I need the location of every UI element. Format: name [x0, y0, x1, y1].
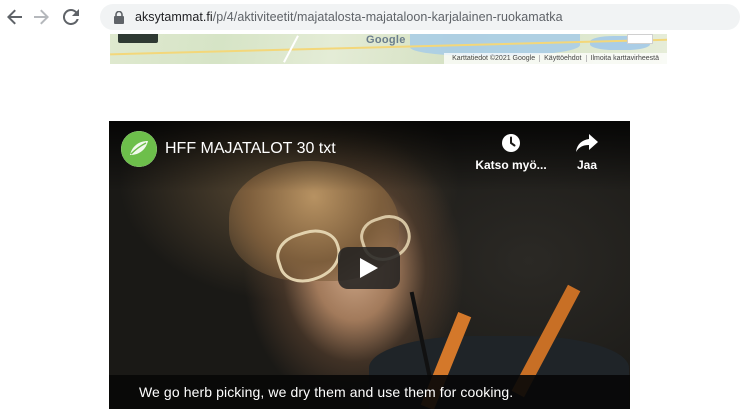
- google-logo: Google: [366, 34, 406, 46]
- map-zoom-control[interactable]: [627, 34, 653, 44]
- map-type-button[interactable]: [118, 34, 158, 43]
- video-caption: We go herb picking, we dry them and use …: [139, 384, 514, 400]
- back-arrow-icon[interactable]: [4, 6, 26, 28]
- url-host: aksytammat.fi: [135, 10, 213, 24]
- watch-later-button[interactable]: Katso myö...: [471, 131, 551, 172]
- embedded-map[interactable]: Google Karttatiedot ©2021 Google Käyttöe…: [110, 34, 667, 64]
- share-label: Jaa: [576, 158, 598, 172]
- watch-later-label: Katso myö...: [475, 158, 547, 172]
- address-bar[interactable]: aksytammat.fi/p/4/aktiviteetit/majatalos…: [100, 4, 740, 30]
- url-text: aksytammat.fi/p/4/aktiviteetit/majatalos…: [135, 10, 563, 24]
- forward-arrow-icon[interactable]: [30, 6, 52, 28]
- url-path: /p/4/aktiviteetit/majatalosta-majataloon…: [212, 10, 563, 24]
- leaf-logo-icon: [121, 131, 157, 167]
- video-title[interactable]: HFF MAJATALOT 30 txt: [165, 140, 336, 158]
- clock-icon: [471, 131, 551, 155]
- map-data-credit: Karttatiedot ©2021 Google: [448, 55, 541, 62]
- caption-band: We go herb picking, we dry them and use …: [109, 375, 630, 409]
- browser-toolbar: aksytammat.fi/p/4/aktiviteetit/majatalos…: [0, 0, 744, 36]
- share-button[interactable]: Jaa: [547, 131, 627, 172]
- lock-icon: [112, 9, 125, 25]
- reload-icon[interactable]: [60, 6, 82, 28]
- play-icon: [360, 258, 378, 278]
- report-error-link[interactable]: Ilmoita karttavirheestä: [587, 55, 663, 62]
- channel-avatar[interactable]: [121, 131, 157, 167]
- play-button[interactable]: [338, 247, 400, 289]
- youtube-video-player[interactable]: HFF MAJATALOT 30 txt Katso myö... Jaa We…: [109, 121, 630, 409]
- share-arrow-icon: [547, 131, 627, 155]
- terms-link[interactable]: Käyttöehdot: [540, 55, 587, 62]
- map-attribution: Karttatiedot ©2021 Google Käyttöehdot Il…: [444, 53, 667, 64]
